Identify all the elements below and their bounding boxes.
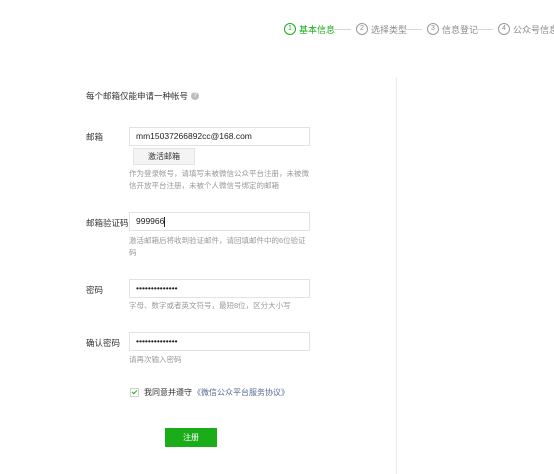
step-number: 4 [498,23,510,35]
notice-text: 每个邮箱仅能申请一种帐号 [86,91,189,101]
step-info-registration: 3 信息登记 [427,22,478,36]
step-number: 2 [356,23,368,35]
help-icon[interactable]: ? [191,92,200,100]
step-separator [404,29,422,30]
confirm-password-label: 确认密码 [86,338,121,348]
text-cursor [164,216,166,227]
step-basic-info: 1 基本信息 [284,22,335,36]
agreement-text: 我同意并遵守 [144,388,192,397]
password-tip: 字母、数字或者英文符号，最短8位，区分大小写 [129,301,291,310]
email-notice: 每个邮箱仅能申请一种帐号 ? [86,90,200,102]
step-select-type: 2 选择类型 [356,22,407,36]
step-number: 1 [284,23,296,35]
step-separator [333,29,351,30]
password-label: 密码 [86,285,104,295]
confirm-password-input[interactable]: •••••••••••••• [129,332,310,351]
step-label: 选择类型 [371,24,408,35]
agreement-checkbox[interactable] [130,388,139,397]
step-label: 公众号信息 [513,24,554,35]
agreement-row: 我同意并遵守 《微信公众平台服务协议》 [130,387,289,398]
password-input[interactable]: •••••••••••••• [129,279,310,298]
email-tip: 作为登录帐号，请填写未被微信公众平台注册，未被微信开放平台注册，未被个人微信号绑… [129,169,309,190]
step-number: 3 [427,23,439,35]
code-label: 邮箱验证码 [86,218,129,228]
vertical-divider [396,78,397,474]
register-button[interactable]: 注册 [165,428,217,447]
code-value: 999966 [136,216,165,226]
step-label: 基本信息 [299,24,336,35]
email-label: 邮箱 [86,132,104,142]
step-separator [475,29,493,30]
code-tip: 激活邮箱后将收到验证邮件，请回填邮件中的6位验证码 [129,236,306,257]
agreement-link[interactable]: 《微信公众平台服务协议》 [193,387,289,398]
activate-email-button[interactable]: 激活邮箱 [133,148,195,165]
email-input[interactable]: mm15037266892cc@168.com [129,127,310,146]
code-input[interactable]: 999966 [129,212,310,231]
step-account-info: 4 公众号信息 [498,22,554,36]
step-indicator: 1 基本信息 2 选择类型 3 信息登记 4 公众号信息 [0,22,554,36]
step-label: 信息登记 [442,24,479,35]
confirm-password-tip: 请再次输入密码 [129,355,182,364]
